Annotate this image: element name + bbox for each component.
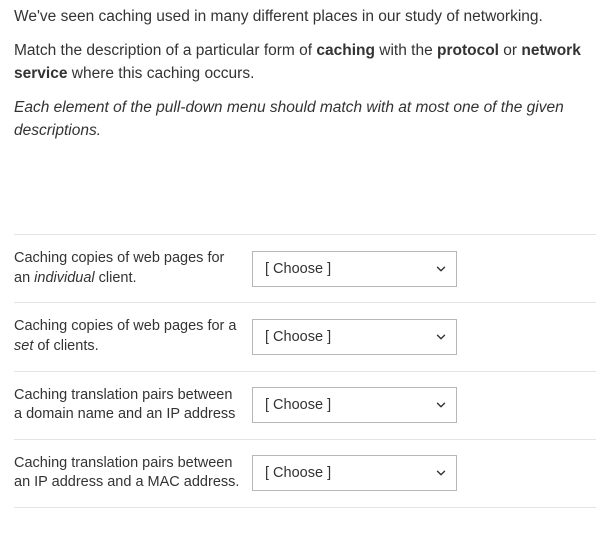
match-row: Caching copies of web pages for an indiv…: [14, 235, 596, 303]
intro-p3-text: Each element of the pull-down menu shoul…: [14, 99, 564, 138]
intro-p2-a: Match the description of a particular fo…: [14, 42, 316, 59]
desc-text-a: Caching translation pairs between an IP …: [14, 455, 239, 491]
match-description: Caching translation pairs between a doma…: [14, 386, 252, 425]
choose-dropdown[interactable]: [ Choose ]: [252, 251, 457, 287]
match-row: Caching translation pairs between a doma…: [14, 372, 596, 440]
dropdown-value: [ Choose ]: [265, 261, 331, 277]
desc-text-it: set: [14, 338, 33, 354]
desc-text-a: Caching translation pairs between a doma…: [14, 387, 235, 423]
spacer: [14, 154, 596, 234]
intro-paragraph-1: We've seen caching used in many differen…: [14, 6, 596, 28]
dropdown-value: [ Choose ]: [265, 397, 331, 413]
match-row: Caching copies of web pages for a set of…: [14, 303, 596, 371]
intro-p2-b: caching: [316, 42, 375, 59]
choose-dropdown[interactable]: [ Choose ]: [252, 387, 457, 423]
choose-dropdown[interactable]: [ Choose ]: [252, 455, 457, 491]
intro-p2-d: protocol: [437, 42, 499, 59]
desc-text-it: individual: [34, 270, 94, 286]
chevron-down-icon: [434, 466, 448, 480]
match-description: Caching copies of web pages for an indiv…: [14, 249, 252, 288]
intro-paragraph-3: Each element of the pull-down menu shoul…: [14, 97, 596, 142]
matching-rows: Caching copies of web pages for an indiv…: [14, 234, 596, 508]
dropdown-value: [ Choose ]: [265, 465, 331, 481]
chevron-down-icon: [434, 330, 448, 344]
intro-p1-text: We've seen caching used in many differen…: [14, 8, 543, 25]
intro-p2-c: with the: [375, 42, 437, 59]
intro-paragraph-2: Match the description of a particular fo…: [14, 40, 596, 85]
match-row: Caching translation pairs between an IP …: [14, 440, 596, 508]
chevron-down-icon: [434, 398, 448, 412]
desc-text-b: client.: [95, 270, 137, 286]
match-description: Caching translation pairs between an IP …: [14, 454, 252, 493]
dropdown-value: [ Choose ]: [265, 329, 331, 345]
desc-text-b: of clients.: [33, 338, 98, 354]
question-intro: We've seen caching used in many differen…: [14, 6, 596, 142]
intro-p2-g: where this caching occurs.: [67, 65, 254, 82]
match-description: Caching copies of web pages for a set of…: [14, 317, 252, 356]
desc-text-a: Caching copies of web pages for a: [14, 318, 236, 334]
question-page: We've seen caching used in many differen…: [0, 0, 610, 508]
chevron-down-icon: [434, 262, 448, 276]
choose-dropdown[interactable]: [ Choose ]: [252, 319, 457, 355]
intro-p2-e: or: [499, 42, 521, 59]
